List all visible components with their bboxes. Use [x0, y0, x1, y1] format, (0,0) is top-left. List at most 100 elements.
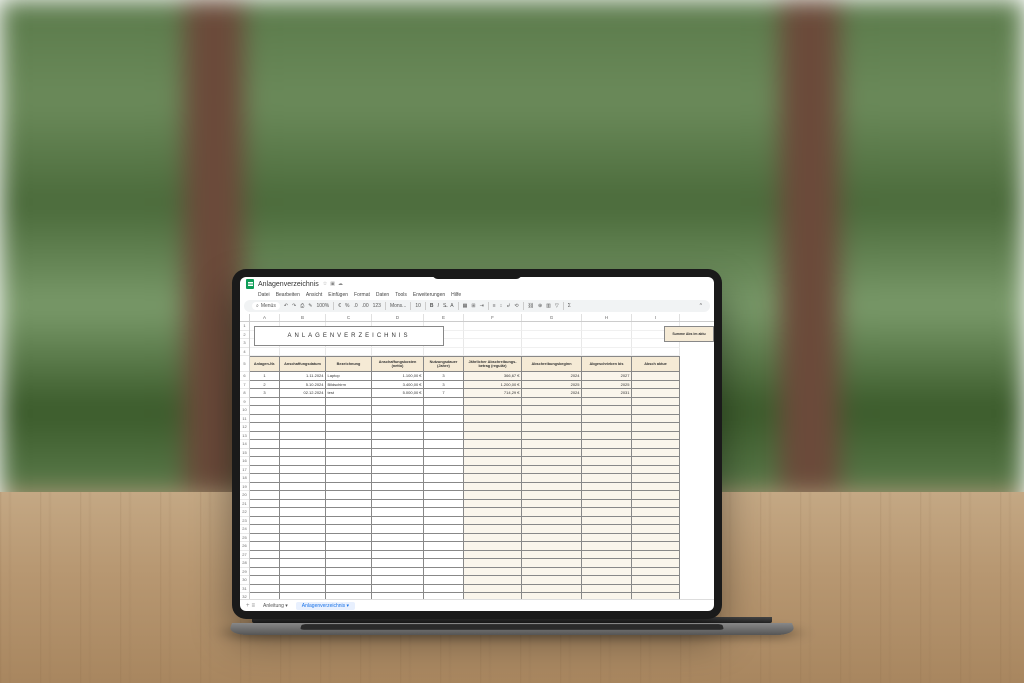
cell[interactable]: [632, 517, 680, 526]
cell[interactable]: 2024: [522, 389, 582, 398]
add-sheet-icon[interactable]: +: [246, 603, 250, 609]
menu-file[interactable]: Datei: [258, 292, 270, 298]
menu-extensions[interactable]: Erweiterungen: [413, 292, 445, 298]
menu-view[interactable]: Ansicht: [306, 292, 322, 298]
star-icon[interactable]: ☆: [323, 281, 327, 287]
fill-color-icon[interactable]: ▦: [463, 303, 468, 309]
cell[interactable]: [280, 593, 326, 599]
cell[interactable]: [424, 593, 464, 599]
row-number[interactable]: 17: [240, 466, 249, 475]
filter-icon[interactable]: ▽: [555, 303, 559, 309]
cell[interactable]: [632, 348, 680, 357]
cell[interactable]: [582, 568, 632, 577]
cell[interactable]: [582, 491, 632, 500]
cell[interactable]: [632, 568, 680, 577]
cell[interactable]: [280, 398, 326, 407]
cell[interactable]: [372, 517, 424, 526]
cell[interactable]: [522, 331, 582, 340]
link-icon[interactable]: ⛓: [528, 303, 534, 309]
chart-icon[interactable]: ▥: [546, 303, 551, 309]
cell[interactable]: 2025: [522, 381, 582, 390]
cell[interactable]: [582, 576, 632, 585]
cell[interactable]: [522, 348, 582, 357]
cell[interactable]: [250, 500, 280, 509]
cell[interactable]: [464, 348, 522, 357]
cell[interactable]: [424, 585, 464, 594]
cell[interactable]: test: [326, 389, 372, 398]
cell[interactable]: [582, 500, 632, 509]
row-number[interactable]: 9: [240, 398, 249, 407]
row-number[interactable]: 23: [240, 517, 249, 526]
zoom-select[interactable]: 100%: [316, 303, 329, 309]
paint-format-icon[interactable]: ✎: [308, 303, 312, 309]
cell[interactable]: [632, 398, 680, 407]
cell[interactable]: [326, 500, 372, 509]
column-header-cell[interactable]: Nutzungsdauer (Jahre): [424, 356, 464, 372]
currency-button[interactable]: €: [338, 303, 341, 309]
cell[interactable]: 3: [424, 372, 464, 381]
italic-icon[interactable]: I: [438, 303, 439, 309]
cell[interactable]: [632, 372, 680, 381]
cell[interactable]: [522, 491, 582, 500]
cell[interactable]: [250, 534, 280, 543]
cell[interactable]: [582, 406, 632, 415]
cell[interactable]: [250, 508, 280, 517]
column-header-D[interactable]: D: [372, 314, 424, 321]
cell[interactable]: 714,29 €: [464, 389, 522, 398]
cell[interactable]: [280, 576, 326, 585]
cell[interactable]: [464, 500, 522, 509]
cell[interactable]: [424, 542, 464, 551]
cell[interactable]: 1: [250, 372, 280, 381]
cell[interactable]: [250, 415, 280, 424]
row-number[interactable]: 11: [240, 415, 249, 424]
cell[interactable]: [632, 534, 680, 543]
cell[interactable]: [372, 466, 424, 475]
cell[interactable]: [632, 483, 680, 492]
cell[interactable]: [326, 440, 372, 449]
cell[interactable]: [582, 449, 632, 458]
select-all-corner[interactable]: [240, 314, 250, 321]
cell[interactable]: [522, 406, 582, 415]
all-sheets-icon[interactable]: ≡: [252, 603, 256, 609]
cell[interactable]: [632, 500, 680, 509]
cell[interactable]: [372, 559, 424, 568]
cell[interactable]: [424, 457, 464, 466]
cell[interactable]: [582, 331, 632, 340]
cell[interactable]: [424, 534, 464, 543]
cell[interactable]: [326, 508, 372, 517]
cell[interactable]: [372, 406, 424, 415]
borders-icon[interactable]: ⊞: [471, 303, 475, 309]
cell[interactable]: [464, 576, 522, 585]
cell[interactable]: [522, 449, 582, 458]
cell[interactable]: [632, 585, 680, 594]
cell[interactable]: 2025: [582, 381, 632, 390]
cells-area[interactable]: ANLAGENVERZEICHNIS Summe Abs im aktu Anl…: [250, 322, 714, 599]
row-number[interactable]: 14: [240, 440, 249, 449]
row-number[interactable]: 18: [240, 474, 249, 483]
cell[interactable]: [424, 500, 464, 509]
cell[interactable]: [326, 534, 372, 543]
cell[interactable]: [372, 415, 424, 424]
cell[interactable]: [250, 576, 280, 585]
row-number[interactable]: 15: [240, 449, 249, 458]
cell[interactable]: [280, 440, 326, 449]
cell[interactable]: [632, 449, 680, 458]
cell[interactable]: [632, 432, 680, 441]
cell[interactable]: 366,67 €: [464, 372, 522, 381]
increase-decimal-icon[interactable]: .00: [362, 303, 369, 309]
cell[interactable]: [582, 542, 632, 551]
cell[interactable]: [326, 457, 372, 466]
cell[interactable]: 3: [424, 381, 464, 390]
cell[interactable]: [250, 423, 280, 432]
row-number[interactable]: 2: [240, 331, 249, 340]
cell[interactable]: [326, 525, 372, 534]
undo-icon[interactable]: ↶: [284, 303, 288, 309]
cell[interactable]: [326, 491, 372, 500]
cell[interactable]: [632, 415, 680, 424]
cell[interactable]: [372, 432, 424, 441]
sheets-logo-icon[interactable]: [246, 279, 254, 289]
row-number[interactable]: 4: [240, 348, 249, 357]
cell[interactable]: [632, 474, 680, 483]
cell[interactable]: [280, 348, 326, 357]
cell[interactable]: 1.100,00 €: [372, 372, 424, 381]
